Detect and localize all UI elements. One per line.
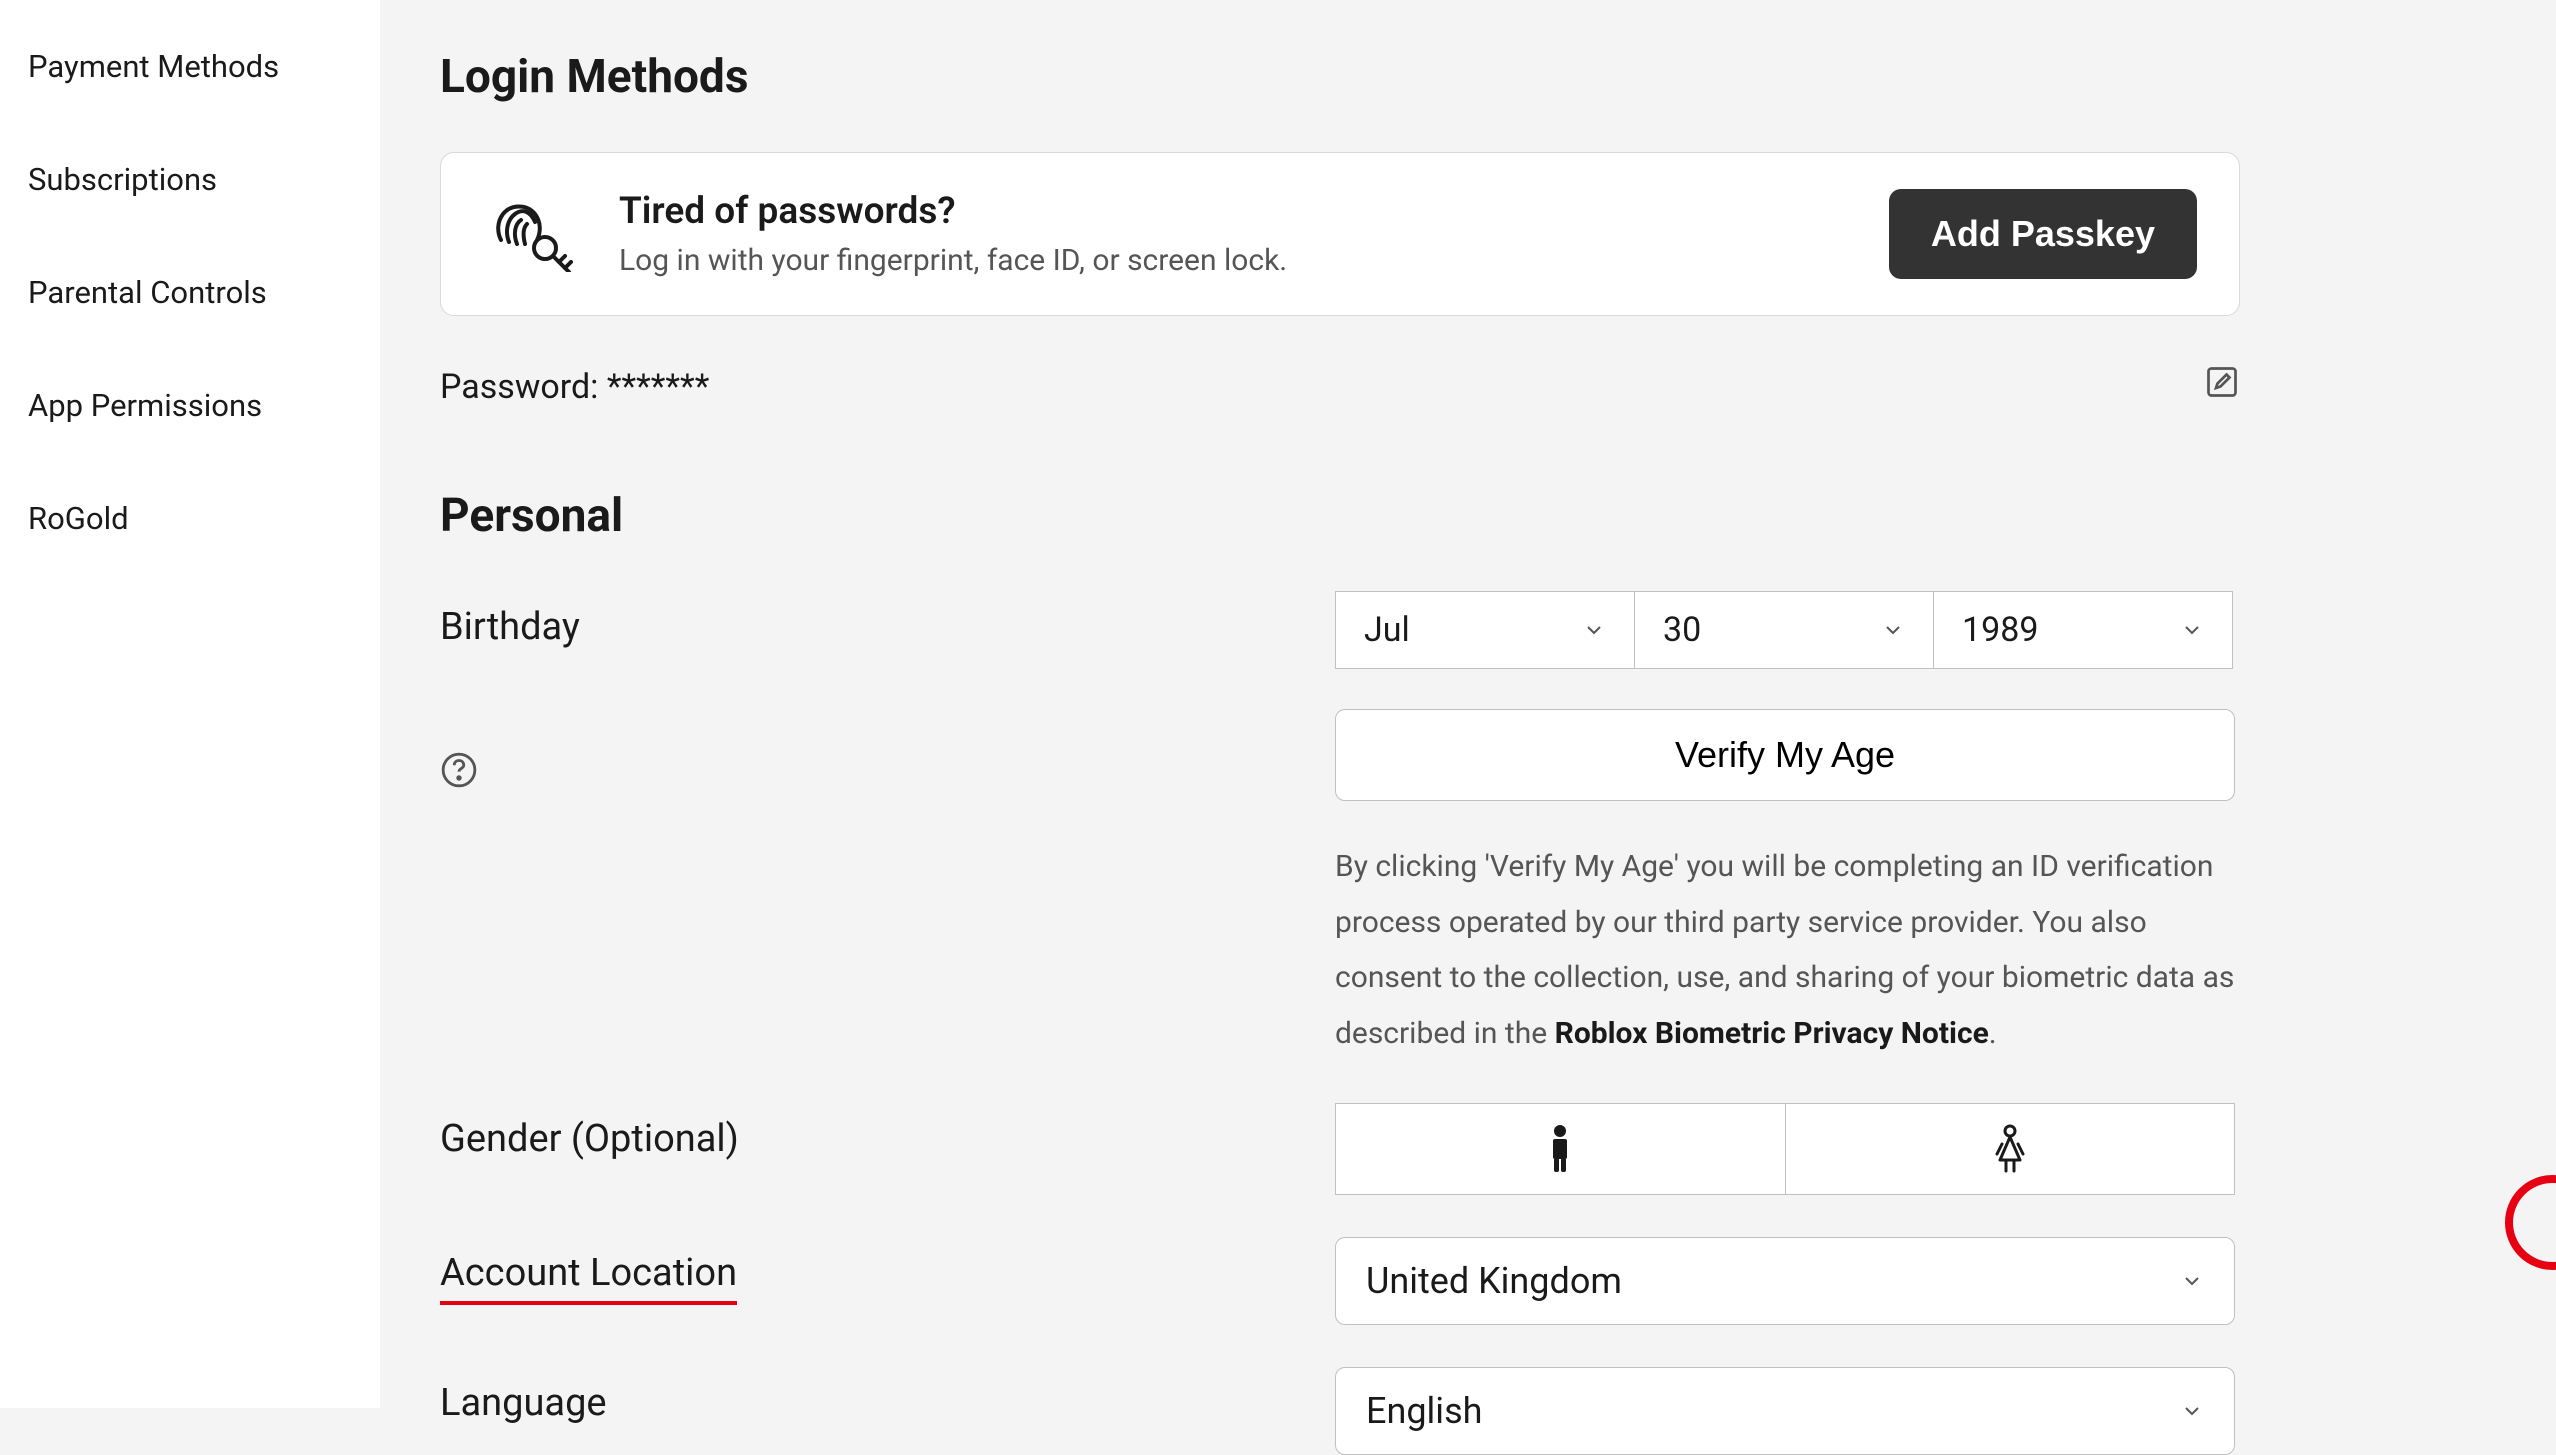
language-value: English [1366, 1390, 1482, 1432]
passkey-title: Tired of passwords? [619, 190, 1889, 233]
add-passkey-button[interactable]: Add Passkey [1889, 189, 2197, 279]
birthday-day-value: 30 [1663, 610, 1701, 650]
passkey-description: Log in with your fingerprint, face ID, o… [619, 243, 1889, 278]
sidebar-item-app-permissions[interactable]: App Permissions [0, 349, 380, 462]
biometric-privacy-notice-link[interactable]: Roblox Biometric Privacy Notice [1555, 1016, 1989, 1051]
female-icon [1992, 1124, 2028, 1174]
birthday-day-select[interactable]: 30 [1634, 591, 1934, 669]
verify-age-description: By clicking 'Verify My Age' you will be … [1335, 839, 2235, 1061]
birthday-year-select[interactable]: 1989 [1933, 591, 2233, 669]
sidebar: Payment Methods Subscriptions Parental C… [0, 0, 380, 1408]
birthday-label: Birthday [440, 605, 1335, 649]
verify-age-button[interactable]: Verify My Age [1335, 709, 2235, 801]
fingerprint-key-icon [483, 192, 577, 276]
account-location-value: United Kingdom [1366, 1260, 1622, 1302]
sidebar-item-parental-controls[interactable]: Parental Controls [0, 236, 380, 349]
account-location-label: Account Location [440, 1251, 737, 1305]
birthday-year-value: 1989 [1962, 610, 2038, 650]
gender-male-button[interactable] [1335, 1103, 1785, 1195]
chevron-down-icon [2180, 1269, 2204, 1293]
account-location-select[interactable]: United Kingdom [1335, 1237, 2235, 1325]
sidebar-item-rogold[interactable]: RoGold [0, 462, 380, 575]
main-content: Login Methods Tired of passwords? Log in… [380, 0, 2556, 1408]
password-label: Password: ******* [440, 367, 2204, 407]
gender-female-button[interactable] [1785, 1103, 2236, 1195]
birthday-month-select[interactable]: Jul [1335, 591, 1635, 669]
sidebar-item-subscriptions[interactable]: Subscriptions [0, 123, 380, 236]
help-icon[interactable] [440, 751, 1335, 799]
birthday-month-value: Jul [1364, 610, 1410, 650]
language-label: Language [440, 1367, 1335, 1425]
personal-title: Personal [440, 489, 2496, 543]
sidebar-item-payment-methods[interactable]: Payment Methods [0, 10, 380, 123]
chevron-down-icon [1582, 618, 1606, 642]
chevron-down-icon [2180, 618, 2204, 642]
passkey-card: Tired of passwords? Log in with your fin… [440, 152, 2240, 316]
edit-password-icon[interactable] [2204, 364, 2240, 409]
chevron-down-icon [2180, 1399, 2204, 1423]
gender-label: Gender (Optional) [440, 1103, 1335, 1161]
chevron-down-icon [1881, 618, 1905, 642]
annotation-circle [2505, 1175, 2556, 1270]
language-select[interactable]: English [1335, 1367, 2235, 1455]
login-methods-title: Login Methods [440, 50, 2496, 104]
male-icon [1544, 1124, 1576, 1174]
